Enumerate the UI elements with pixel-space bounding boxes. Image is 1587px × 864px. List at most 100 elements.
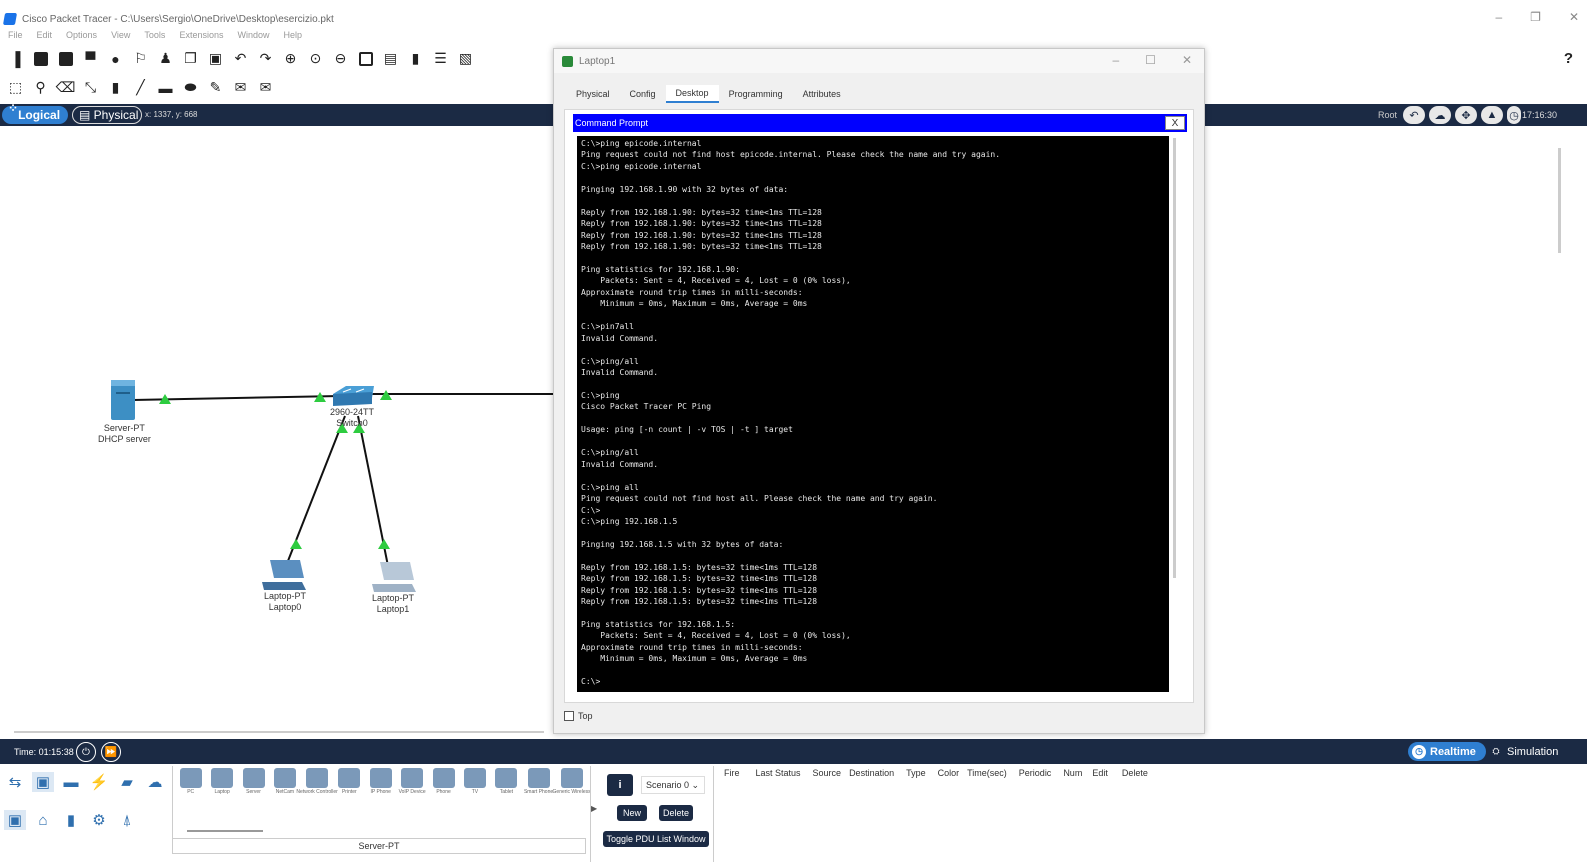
laptop1-close-button[interactable]: ✕ <box>1182 53 1192 67</box>
terminal-scrollbar[interactable] <box>1173 138 1176 578</box>
device-printer[interactable]: Printer <box>336 768 363 800</box>
copy-icon[interactable]: ❐ <box>181 49 200 68</box>
network-devices-icon[interactable]: ⇆ <box>4 772 26 792</box>
device-voip[interactable]: VoIP Device <box>398 768 426 800</box>
undo-icon[interactable]: ↶ <box>231 49 250 68</box>
end-devices-icon[interactable]: ▣ <box>32 772 54 792</box>
device-laptop[interactable]: Laptop <box>208 768 235 800</box>
scenario-info-icon[interactable]: i <box>607 774 633 796</box>
laptop1-minimize-button[interactable]: – <box>1112 53 1119 67</box>
laptop1-icon[interactable] <box>372 562 416 592</box>
device-tablet[interactable]: Tablet <box>493 768 520 800</box>
device-pc[interactable]: PC <box>177 768 204 800</box>
workspace-vertical-scrollbar[interactable] <box>1558 148 1561 253</box>
miscellaneous-icon[interactable]: ▰ <box>116 772 138 792</box>
tab-physical[interactable]: Physical <box>566 85 620 103</box>
laptop0-icon[interactable] <box>262 560 306 590</box>
new-scenario-button[interactable]: New <box>617 805 647 821</box>
paste-icon[interactable]: ▣ <box>206 49 225 68</box>
viewport-clock-icon[interactable]: ◷ <box>1507 106 1521 124</box>
info-icon[interactable]: ● <box>106 49 125 68</box>
menu-extensions[interactable]: Extensions <box>179 30 223 44</box>
device-list-scrollbar[interactable] <box>187 830 263 832</box>
pdu-col-destination[interactable]: Destination <box>845 768 898 778</box>
logical-mode-button[interactable]: ⁘ Logical <box>2 101 68 124</box>
pdu-col-color[interactable]: Color <box>934 768 964 778</box>
network-wizard-icon[interactable]: ⚐ <box>131 49 150 68</box>
select-icon[interactable]: ⬚ <box>6 78 25 97</box>
pdu-col-fire[interactable]: Fire <box>716 768 748 778</box>
command-prompt-close-button[interactable]: X <box>1165 116 1185 130</box>
viewport-icon[interactable]: ☰ <box>431 49 450 68</box>
device-phone[interactable]: Phone <box>430 768 457 800</box>
top-checkbox[interactable]: Top <box>564 711 593 721</box>
save-icon[interactable] <box>56 49 75 68</box>
pdu-col-source[interactable]: Source <box>809 768 846 778</box>
minimize-button[interactable]: – <box>1495 10 1502 24</box>
realtime-mode-button[interactable]: ◷ Realtime <box>1408 742 1486 761</box>
tab-config[interactable]: Config <box>620 85 666 103</box>
fast-forward-icon[interactable]: ⏩ <box>101 742 121 762</box>
laptop1-window-titlebar[interactable]: Laptop1 – ☐ ✕ <box>554 49 1204 73</box>
inspect-icon[interactable]: ⚲ <box>31 78 50 97</box>
zoom-out-icon[interactable]: ⊖ <box>331 49 350 68</box>
pdu-col-delete[interactable]: Delete <box>1114 768 1156 778</box>
new-file-icon[interactable]: ▐ <box>6 49 25 68</box>
draw-rectangle-icon[interactable]: ▬ <box>156 78 175 97</box>
power-grid-icon[interactable]: ⍋ <box>116 810 138 830</box>
simulation-mode-button[interactable]: ⛭ Simulation <box>1489 742 1584 761</box>
delete-scenario-button[interactable]: Delete <box>659 805 693 821</box>
tab-desktop[interactable]: Desktop <box>665 85 719 103</box>
close-button[interactable]: ✕ <box>1569 10 1579 24</box>
simple-pdu-icon[interactable]: ✉ <box>231 78 250 97</box>
device-network-controller[interactable]: Network Controller <box>296 768 338 800</box>
complex-pdu-icon[interactable]: ✉ <box>256 78 275 97</box>
pdu-col-periodic[interactable]: Periodic <box>1011 768 1060 778</box>
custom-devices-icon[interactable]: ▤ <box>381 49 400 68</box>
server-icon[interactable] <box>111 380 135 420</box>
redo-icon[interactable]: ↷ <box>256 49 275 68</box>
back-icon[interactable]: ↶ <box>1403 106 1425 124</box>
industrial-icon[interactable]: ⚙ <box>88 810 110 830</box>
menu-view[interactable]: View <box>111 30 130 44</box>
set-background-icon[interactable]: ▲ <box>1481 106 1503 124</box>
device-generic-wireless[interactable]: Generic Wireless <box>553 768 591 800</box>
pdu-col-last-status[interactable]: Last Status <box>748 768 809 778</box>
laptop1-maximize-button[interactable]: ☐ <box>1145 53 1156 67</box>
move-object-icon[interactable]: ✥ <box>1455 106 1477 124</box>
menu-options[interactable]: Options <box>66 30 97 44</box>
menu-tools[interactable]: Tools <box>144 30 165 44</box>
physical-mode-button[interactable]: ▤ Physical <box>72 106 142 124</box>
device-tv[interactable]: TV <box>461 768 488 800</box>
workspace-horizontal-scrollbar[interactable] <box>14 731 544 733</box>
freeform-icon[interactable]: ✎ <box>206 78 225 97</box>
topology-canvas[interactable] <box>0 126 560 738</box>
power-cycle-icon[interactable]: ⏻ <box>76 742 96 762</box>
activity-wizard-icon[interactable]: ♟ <box>156 49 175 68</box>
device-ip-phone[interactable]: IP Phone <box>367 768 394 800</box>
draw-line-icon[interactable]: ╱ <box>131 78 150 97</box>
restore-button[interactable]: ❐ <box>1530 10 1541 24</box>
top-checkbox-box[interactable] <box>564 711 574 721</box>
menu-edit[interactable]: Edit <box>37 30 53 44</box>
drawing-palette-icon[interactable] <box>356 49 375 68</box>
print-icon[interactable]: ▀ <box>81 49 100 68</box>
help-icon[interactable]: ? <box>1564 50 1573 67</box>
tab-programming[interactable]: Programming <box>719 85 793 103</box>
device-smartphone[interactable]: Smart Phone <box>524 768 553 800</box>
zoom-in-icon[interactable]: ⊕ <box>281 49 300 68</box>
pdu-col-edit[interactable]: Edit <box>1086 768 1114 778</box>
smart-city-icon[interactable]: ▮ <box>60 810 82 830</box>
menu-help[interactable]: Help <box>283 30 302 44</box>
pdu-col-num[interactable]: Num <box>1059 768 1086 778</box>
menu-window[interactable]: Window <box>237 30 269 44</box>
device-netcam[interactable]: NetCam <box>271 768 298 800</box>
command-prompt-terminal[interactable]: C:\>ping epicode.internal Ping request c… <box>577 136 1169 692</box>
toggle-pdu-list-button[interactable]: Toggle PDU List Window <box>603 831 709 847</box>
delete-icon[interactable]: ⌫ <box>56 78 76 97</box>
open-folder-icon[interactable] <box>31 49 50 68</box>
end-devices-sub-icon[interactable]: ▣ <box>4 810 26 830</box>
tab-attributes[interactable]: Attributes <box>793 85 851 103</box>
pdu-col-type[interactable]: Type <box>898 768 934 778</box>
home-devices-icon[interactable]: ⌂ <box>32 810 54 830</box>
